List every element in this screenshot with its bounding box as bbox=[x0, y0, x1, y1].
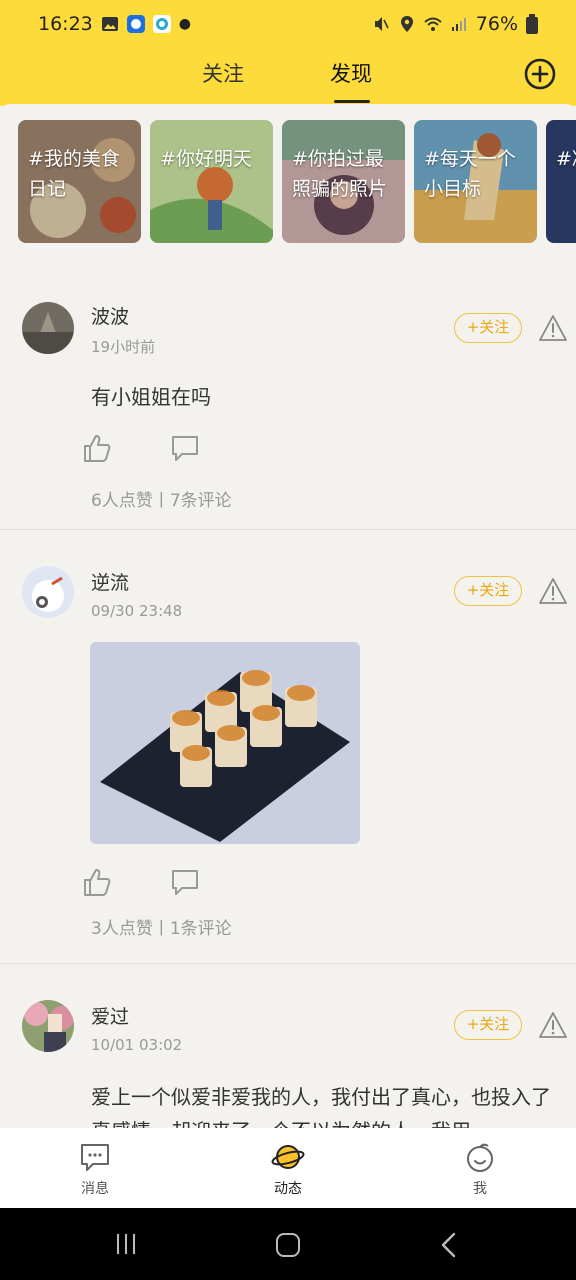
notification-dot-icon: ● bbox=[178, 16, 191, 32]
tab-discover[interactable]: 发现 bbox=[330, 58, 372, 88]
topic-image bbox=[150, 120, 273, 243]
app-notification-icon-2 bbox=[152, 15, 171, 33]
planet-icon bbox=[271, 1145, 305, 1169]
nav-feed[interactable]: 动态 bbox=[248, 1142, 328, 1198]
status-time: 16:23 bbox=[38, 13, 93, 35]
username[interactable]: 逆流 bbox=[91, 568, 129, 595]
home-icon[interactable] bbox=[275, 1232, 301, 1258]
topic-label: #我的美食日记 bbox=[28, 148, 120, 200]
report-icon[interactable] bbox=[538, 314, 568, 342]
message-icon bbox=[81, 1144, 109, 1171]
battery-icon bbox=[526, 14, 538, 34]
post-stats: 6人点赞丨7条评论 bbox=[91, 491, 232, 511]
back-icon[interactable] bbox=[438, 1232, 460, 1258]
tab-following[interactable]: 关注 bbox=[202, 58, 244, 88]
like-icon[interactable] bbox=[81, 866, 113, 898]
follow-button[interactable]: +关注 bbox=[454, 1010, 522, 1040]
topic-card[interactable]: #你好明天 bbox=[150, 120, 273, 243]
system-nav-bar bbox=[0, 1208, 576, 1280]
tab-indicator bbox=[334, 100, 370, 103]
comment-icon[interactable] bbox=[169, 432, 201, 464]
report-icon[interactable] bbox=[538, 577, 568, 605]
username[interactable]: 爱过 bbox=[91, 1002, 129, 1029]
nav-label: 消息 bbox=[81, 1181, 109, 1197]
post-card[interactable]: 波波 19小时前 +关注 有小姐姐在吗 6人点赞丨7条评论 bbox=[0, 280, 576, 530]
wifi-icon bbox=[424, 17, 442, 31]
gallery-icon bbox=[101, 17, 118, 31]
add-post-icon[interactable] bbox=[524, 58, 556, 90]
post-time: 10/01 03:02 bbox=[91, 1036, 183, 1054]
topic-strip[interactable]: #我的美食日记 #你好明天 #你拍过最照骗的照片 #每天一个小目标 # bbox=[18, 120, 576, 244]
post-card[interactable]: 逆流 09/30 23:48 +关注 bbox=[0, 544, 576, 964]
post-text: 有小姐姐在吗 bbox=[91, 385, 211, 409]
divider bbox=[0, 963, 576, 964]
post-image[interactable] bbox=[90, 642, 360, 844]
post-time: 09/30 23:48 bbox=[91, 602, 183, 620]
feed[interactable]: #我的美食日记 #你好明天 #你拍过最照骗的照片 #每天一个小目标 # 波波 1… bbox=[0, 104, 576, 1128]
status-bar: 16:23 ● 76% bbox=[0, 0, 576, 48]
topic-label: #减最 bbox=[556, 148, 576, 170]
app-notification-icon bbox=[126, 15, 145, 33]
follow-button[interactable]: +关注 bbox=[454, 576, 522, 606]
nav-label: 我 bbox=[473, 1181, 487, 1197]
post-text: 爱上一个似爱非爱我的人，我付出了真心，也投入了真感情，却迎来了一个不以为然的人，… bbox=[91, 1085, 551, 1128]
recent-apps-icon[interactable] bbox=[114, 1232, 138, 1256]
topic-image bbox=[546, 120, 576, 243]
post-card[interactable]: 爱过 10/01 03:02 +关注 爱上一个似爱非爱我的人，我付出了真心，也投… bbox=[0, 978, 576, 1128]
signal-icon bbox=[451, 18, 466, 31]
post-stats: 3人点赞丨1条评论 bbox=[91, 919, 232, 939]
topic-label: #你好明天 bbox=[160, 148, 252, 170]
nav-me[interactable]: 我 bbox=[440, 1142, 520, 1198]
topic-card[interactable]: #我的美食日记 bbox=[18, 120, 141, 243]
topic-label: #你拍过最照骗的照片 bbox=[292, 148, 388, 200]
mute-icon bbox=[374, 17, 389, 31]
location-icon bbox=[400, 16, 413, 32]
topic-card[interactable]: #减最 bbox=[546, 120, 576, 243]
avatar[interactable] bbox=[22, 1000, 74, 1052]
like-icon[interactable] bbox=[81, 432, 113, 464]
topic-card[interactable]: #你拍过最照骗的照片 bbox=[282, 120, 405, 243]
bottom-nav: 消息 动态 我 bbox=[0, 1128, 576, 1208]
avatar[interactable] bbox=[22, 566, 74, 618]
topic-card[interactable]: #每天一个小目标 bbox=[414, 120, 537, 243]
follow-button[interactable]: +关注 bbox=[454, 313, 522, 343]
report-icon[interactable] bbox=[538, 1011, 568, 1039]
nav-messages[interactable]: 消息 bbox=[55, 1142, 135, 1198]
battery-percent: 76% bbox=[475, 13, 518, 35]
username[interactable]: 波波 bbox=[91, 302, 129, 329]
topic-label: #每天一个小目标 bbox=[424, 148, 516, 200]
post-time: 19小时前 bbox=[91, 338, 156, 356]
profile-icon bbox=[467, 1143, 493, 1172]
avatar[interactable] bbox=[22, 302, 74, 354]
comment-icon[interactable] bbox=[169, 866, 201, 898]
header: 关注 发现 bbox=[0, 48, 576, 106]
nav-label: 动态 bbox=[274, 1181, 302, 1197]
divider bbox=[0, 529, 576, 530]
